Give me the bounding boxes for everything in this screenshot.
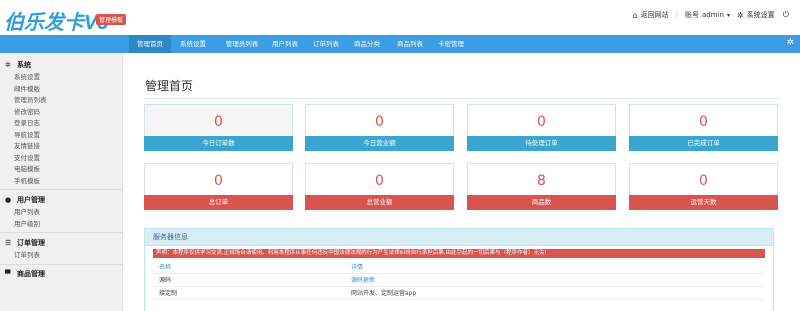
tab-category[interactable]: 商品分类 bbox=[347, 35, 387, 53]
stat-label: 今日订单数 bbox=[144, 136, 293, 151]
stat-value: 0 bbox=[375, 114, 384, 130]
source-update-link[interactable]: 源码更新 bbox=[351, 277, 375, 284]
table-header: 名称 详情 bbox=[153, 261, 765, 274]
table-row: 源码 源码更新 bbox=[153, 274, 765, 287]
server-info-table: 名称 详情 源码 源码更新 接定制 网站开发、定制运营app bbox=[153, 261, 765, 300]
stat-label: 运营天数 bbox=[629, 195, 778, 210]
chevron-down-icon: ▾ bbox=[726, 11, 730, 19]
sidebar-group-title: 用户管理 bbox=[17, 195, 45, 204]
tab-card-manage[interactable]: 卡密管理 bbox=[431, 35, 471, 53]
tab-user-list[interactable]: 用户列表 bbox=[265, 35, 305, 53]
divider bbox=[0, 189, 122, 190]
logout-button[interactable]: ⏻ bbox=[783, 10, 792, 20]
table-cell-name: 接定制 bbox=[159, 290, 178, 297]
stat-card-today-revenue[interactable]: 0 今日营业额 bbox=[305, 104, 454, 151]
cart-icon: ▀ bbox=[5, 270, 11, 278]
sidebar: ✲ 系统 系统设置 邮件模版 管理员列表 修改密码 登录日志 导航设置 友情链接… bbox=[0, 53, 123, 311]
sidebar-item-admin-list[interactable]: 管理员列表 bbox=[0, 95, 122, 107]
column-header-detail: 详情 bbox=[351, 264, 364, 271]
tab-order-list[interactable]: 订单列表 bbox=[306, 35, 346, 53]
stat-value: 0 bbox=[699, 114, 708, 130]
system-settings-link[interactable]: ✲ 系统设置 bbox=[737, 10, 775, 20]
stat-label: 今日营业额 bbox=[305, 136, 454, 151]
stat-label: 商品数 bbox=[467, 195, 616, 210]
stat-value: 0 bbox=[375, 173, 384, 189]
gear-icon: ✲ bbox=[5, 60, 11, 69]
home-icon: ⌂ bbox=[632, 10, 638, 20]
divider bbox=[0, 232, 122, 233]
stat-label: 总订单 bbox=[144, 195, 293, 210]
account-user: admin bbox=[702, 11, 724, 19]
admin-badge: 管理模板 bbox=[96, 14, 127, 25]
stat-card-completed-orders[interactable]: 0 已完成订单 bbox=[629, 104, 778, 151]
divider bbox=[0, 263, 122, 265]
stat-value: 0 bbox=[214, 114, 223, 130]
divider bbox=[144, 98, 780, 99]
stat-value: 0 bbox=[699, 173, 708, 189]
sidebar-item-mail-template[interactable]: 邮件模版 bbox=[0, 84, 122, 96]
disclaimer-notice: 声明：本程序仅供学习交流,正规场合请使用。利用本程序从事任何违反中国法律法规的行… bbox=[153, 249, 765, 258]
system-settings-label: 系统设置 bbox=[746, 11, 775, 19]
account-prefix: 账号 bbox=[685, 11, 700, 19]
sidebar-item-system-settings[interactable]: 系统设置 bbox=[0, 72, 122, 84]
sidebar-item-friend-links[interactable]: 友情链接 bbox=[0, 141, 122, 153]
top-right-menu: ⌂ 返回网站 | 账号 admin ▾ ✲ 系统设置 ⏻ bbox=[633, 10, 792, 20]
home-link-label: 返回网站 bbox=[640, 11, 669, 19]
page-title: 管理首页 bbox=[145, 79, 194, 93]
main-navbar: 管理首页 系统设置 管理员列表 用户列表 订单列表 商品分类 商品列表 卡密管理… bbox=[0, 35, 800, 53]
sidebar-item-payment-settings[interactable]: 支付设置 bbox=[0, 153, 122, 165]
stat-value: 0 bbox=[214, 173, 223, 189]
home-link[interactable]: ⌂ 返回网站 bbox=[633, 10, 669, 20]
tab-product-list[interactable]: 商品列表 bbox=[390, 35, 430, 53]
sidebar-group-title: 商品管理 bbox=[17, 270, 45, 278]
table-cell-name: 源码 bbox=[159, 277, 172, 284]
sidebar-group-users[interactable]: ● 用户管理 bbox=[0, 192, 122, 207]
power-icon: ⏻ bbox=[782, 10, 789, 19]
top-header: 伯乐发卡V3 管理模板 ⌂ 返回网站 | 账号 admin ▾ ✲ 系统设置 ⏻ bbox=[0, 0, 800, 35]
user-icon: ● bbox=[5, 195, 12, 204]
stat-label: 待处理订单 bbox=[467, 136, 616, 151]
account-dropdown[interactable]: 账号 admin ▾ bbox=[685, 10, 730, 20]
gear-icon: ✲ bbox=[736, 10, 744, 20]
stat-card-total-revenue[interactable]: 0 总营业额 bbox=[305, 163, 454, 210]
table-row: 接定制 网站开发、定制运营app bbox=[153, 287, 765, 300]
site-logo[interactable]: 伯乐发卡V3 bbox=[4, 6, 108, 35]
stat-label: 已完成订单 bbox=[629, 136, 778, 151]
sidebar-item-user-level[interactable]: 用户级别 bbox=[0, 219, 122, 231]
sidebar-item-pc-template[interactable]: 电脑模板 bbox=[0, 164, 122, 176]
tab-system-settings[interactable]: 系统设置 bbox=[173, 35, 213, 53]
sidebar-item-change-password[interactable]: 修改密码 bbox=[0, 107, 122, 119]
sidebar-group-title: 订单管理 bbox=[17, 238, 45, 247]
stat-card-total-orders[interactable]: 0 总订单 bbox=[144, 163, 293, 210]
list-icon: ☰ bbox=[5, 238, 12, 247]
sidebar-item-mobile-template[interactable]: 手机模板 bbox=[0, 176, 122, 188]
main-content: 管理首页 0 今日订单数 0 今日营业额 0 待处理订单 0 已完成订单 0 总… bbox=[124, 53, 800, 311]
gear-icon[interactable]: ✲ bbox=[786, 38, 794, 48]
column-header-name: 名称 bbox=[159, 264, 172, 271]
stat-value: 0 bbox=[537, 114, 546, 130]
sidebar-group-title: 系统 bbox=[17, 60, 31, 69]
server-info-panel: 服务器信息 声明：本程序仅供学习交流,正规场合请使用。利用本程序从事任何违反中国… bbox=[144, 228, 774, 311]
sidebar-item-order-list[interactable]: 订单列表 bbox=[0, 250, 122, 262]
sidebar-item-user-list[interactable]: 用户列表 bbox=[0, 207, 122, 219]
sidebar-item-nav-settings[interactable]: 导航设置 bbox=[0, 130, 122, 142]
separator: | bbox=[675, 11, 679, 19]
stat-card-pending-orders[interactable]: 0 待处理订单 bbox=[467, 104, 616, 151]
stat-label: 总营业额 bbox=[305, 195, 454, 210]
sidebar-group-products[interactable]: ▀ 商品管理 bbox=[0, 267, 122, 282]
sidebar-group-orders[interactable]: ☰ 订单管理 bbox=[0, 235, 122, 250]
sidebar-item-login-log[interactable]: 登录日志 bbox=[0, 118, 122, 130]
stat-value: 8 bbox=[537, 173, 546, 189]
sidebar-group-system[interactable]: ✲ 系统 bbox=[0, 57, 122, 72]
panel-title: 服务器信息 bbox=[145, 229, 773, 246]
stat-card-operating-days[interactable]: 0 运营天数 bbox=[629, 163, 778, 210]
tab-admin-home[interactable]: 管理首页 bbox=[129, 35, 171, 53]
table-cell-detail: 网站开发、定制运营app bbox=[351, 290, 417, 297]
stat-card-today-orders[interactable]: 0 今日订单数 bbox=[144, 104, 293, 151]
tab-admin-list[interactable]: 管理员列表 bbox=[217, 35, 267, 53]
stat-card-product-count[interactable]: 8 商品数 bbox=[467, 163, 616, 210]
